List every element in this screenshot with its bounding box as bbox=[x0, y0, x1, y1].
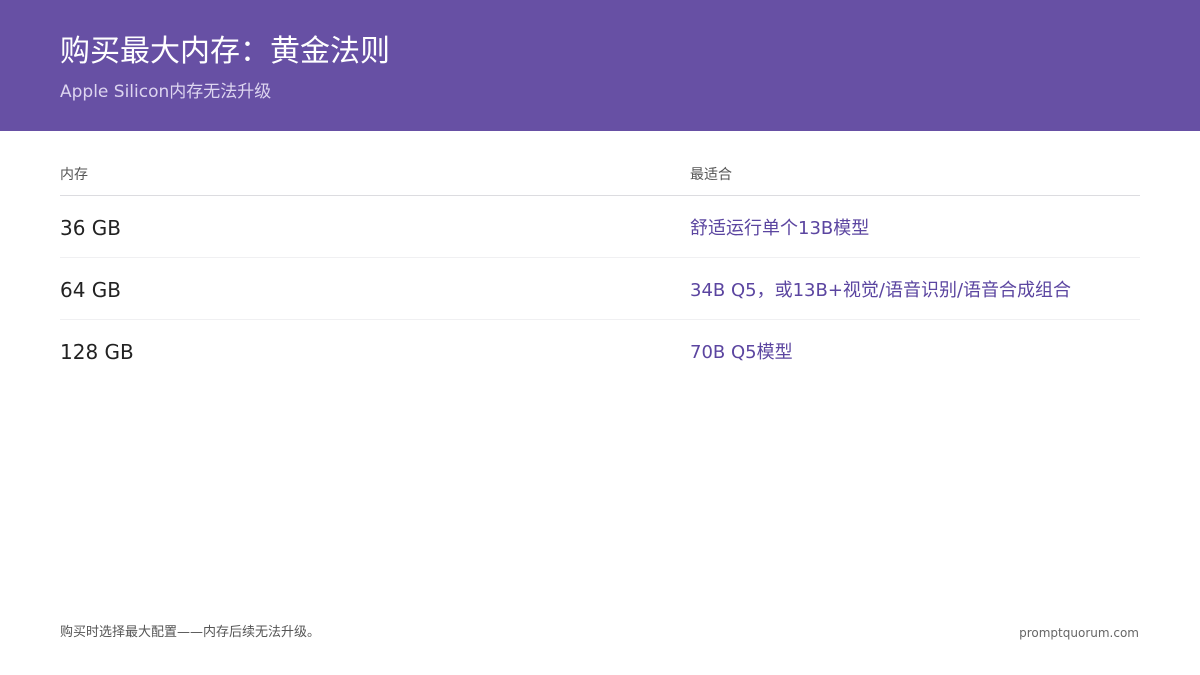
footer-site: promptquorum.com bbox=[1019, 626, 1139, 640]
table-row: 36 GB 舒适运行单个13B模型 bbox=[60, 196, 1140, 258]
memory-cell: 128 GB bbox=[60, 340, 134, 364]
best-for-cell: 舒适运行单个13B模型 bbox=[690, 218, 870, 239]
memory-cell: 64 GB bbox=[60, 278, 122, 302]
header-banner: 购买最大内存：黄金法则 Apple Silicon内存无法升级 bbox=[0, 0, 1200, 131]
page-subtitle: Apple Silicon内存无法升级 bbox=[60, 82, 272, 102]
page-title: 购买最大内存：黄金法则 bbox=[60, 34, 390, 69]
column-header-memory: 内存 bbox=[60, 167, 88, 183]
memory-cell: 36 GB bbox=[60, 216, 122, 240]
table-header: 内存 最适合 bbox=[60, 160, 1140, 196]
column-header-best-for: 最适合 bbox=[690, 167, 732, 183]
best-for-cell: 34B Q5，或13B+视觉/语音识别/语音合成组合 bbox=[690, 280, 1072, 301]
best-for-cell: 70B Q5模型 bbox=[690, 342, 793, 363]
slide: 购买最大内存：黄金法则 Apple Silicon内存无法升级 内存 最适合 3… bbox=[0, 0, 1200, 675]
memory-table: 内存 最适合 36 GB 舒适运行单个13B模型 64 GB 34B Q5，或1… bbox=[60, 160, 1140, 381]
table-row: 64 GB 34B Q5，或13B+视觉/语音识别/语音合成组合 bbox=[60, 258, 1140, 320]
footer-note: 购买时选择最大配置——内存后续无法升级。 bbox=[60, 625, 321, 640]
table-row: 128 GB 70B Q5模型 bbox=[60, 320, 1140, 381]
